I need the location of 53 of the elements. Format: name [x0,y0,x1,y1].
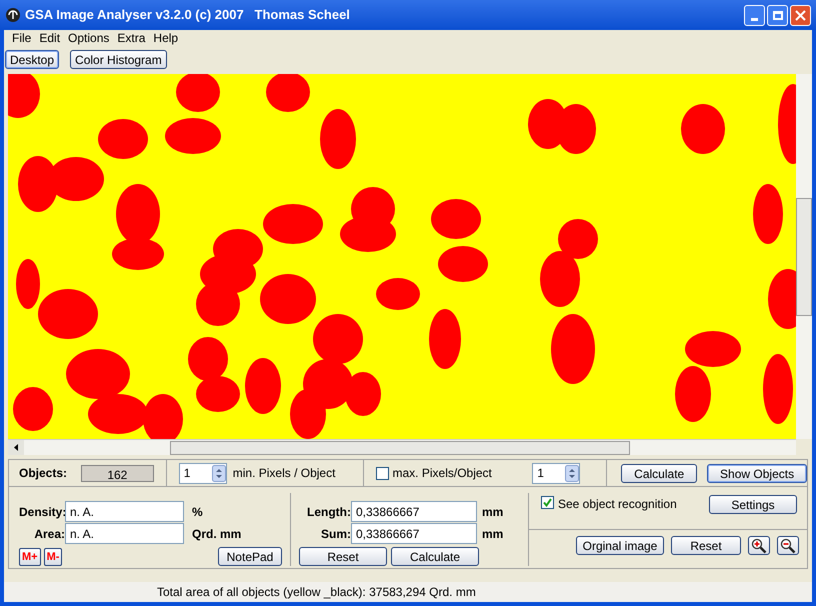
area-unit: Qrd. mm [192,526,242,542]
length-unit: mm [482,504,504,520]
density-unit: % [192,504,203,520]
window-title: GSA Image Analyser v3.2.0 (c) 2007 Thomas Scheel [25,6,350,24]
spinner-arrows-icon[interactable] [565,464,580,482]
sum-unit: mm [482,526,504,542]
objects-label: Objects: [19,465,68,482]
notepad-button[interactable]: NotePad [218,547,282,566]
min-pixels-label: min. Pixels / Object [232,465,336,482]
zoom-out-icon[interactable] [777,536,799,555]
scrollbar-thumb[interactable] [796,198,812,316]
scroll-left-icon[interactable] [8,440,24,455]
show-objects-button[interactable]: Show Objects [707,464,807,482]
menu-item[interactable]: Edit [35,29,64,47]
scrollbar-thumb[interactable] [170,440,630,454]
recognition-label: See object recognition [558,496,677,513]
horizontal-scrollbar[interactable] [8,439,796,455]
min-pixels-spinner[interactable]: 1 [178,462,227,484]
area-field[interactable]: n. A. [65,523,184,544]
sum-label: Sum: [320,526,351,542]
checkmark-icon [543,498,552,507]
objects-count: 162 [80,464,154,482]
menu-item[interactable]: Help [149,29,182,47]
minimize-button[interactable] [744,4,765,26]
vertical-scrollbar[interactable] [796,74,812,439]
view-button[interactable]: Reset [671,536,741,555]
zoom-in-icon[interactable] [748,536,770,555]
max-pixels-spinner[interactable]: 1 [532,462,580,484]
close-icon [795,10,806,20]
calculate-button[interactable]: Calculate [621,464,698,482]
density-label: Density: [19,504,65,520]
measure-button[interactable]: Reset [299,547,387,566]
toolbar-button[interactable]: Desktop [5,50,60,68]
length-label: Length: [306,504,351,520]
length-field[interactable]: 0,33866667 [351,501,477,522]
maximize-button[interactable] [767,4,788,26]
max-pixels-checkbox[interactable] [376,466,389,480]
app-logo-icon [5,7,21,23]
status-text: Total area of all objects (yellow _black): 37583,294 Qrd. mm [157,584,476,601]
close-button[interactable] [790,4,811,26]
menu-item[interactable]: File [8,29,36,47]
recognition-checkbox[interactable] [541,496,554,509]
menu-item[interactable]: Extra [113,29,150,47]
toolbar-button[interactable]: Color Histogram [70,50,167,68]
settings-button[interactable]: Settings [709,495,797,514]
max-pixels-label: max. Pixels/Object [392,465,493,482]
menu-item[interactable]: Options [64,29,114,47]
view-button[interactable]: Orginal image [576,536,664,555]
sum-field[interactable]: 0,33866667 [351,523,477,544]
measure-button[interactable]: Calculate [391,547,479,566]
spinner-arrows-icon[interactable] [212,464,226,482]
area-label: Area: [33,526,65,542]
density-field[interactable]: n. A. [65,501,184,522]
